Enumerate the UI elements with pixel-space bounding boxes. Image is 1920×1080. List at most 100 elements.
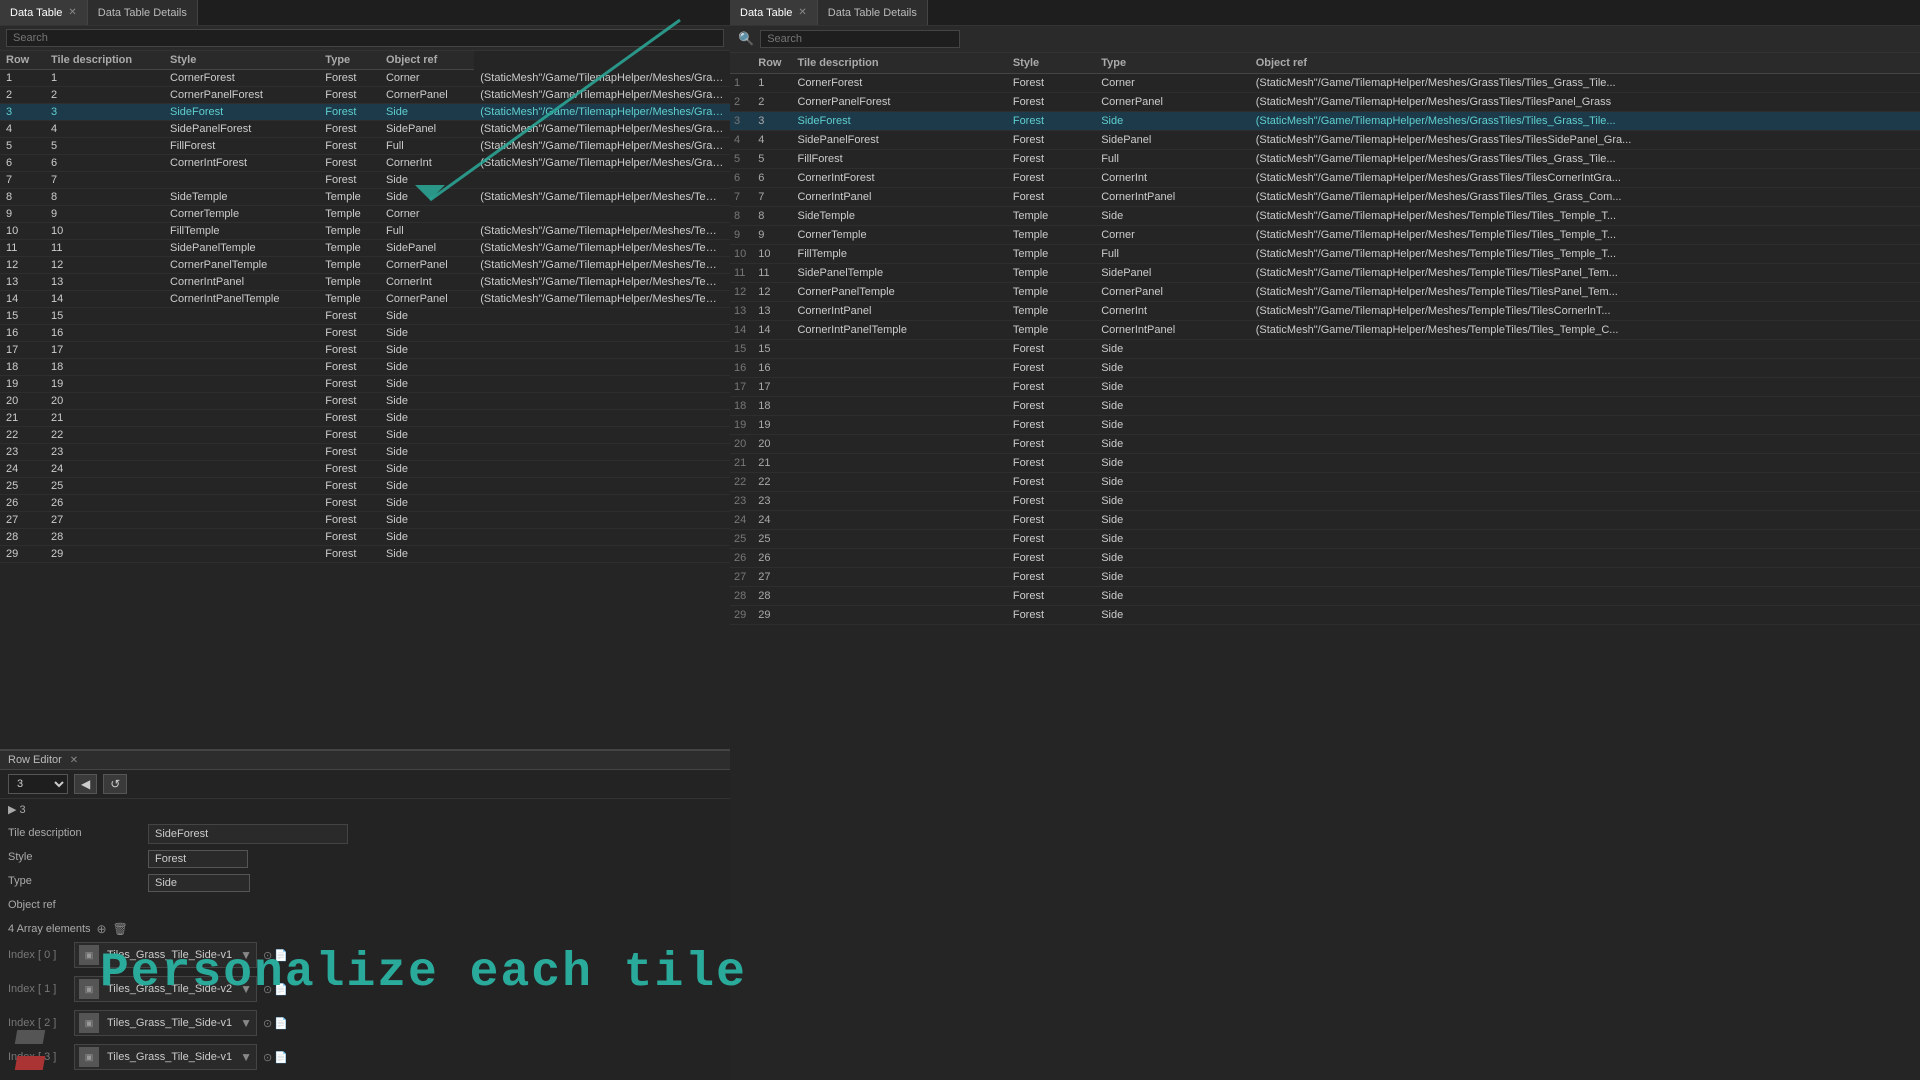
table-row[interactable]: 13 13 CornerIntPanel Temple CornerInt (S…: [730, 302, 1920, 321]
row-forward-button[interactable]: ↺: [103, 774, 127, 794]
left-search-bar: [0, 26, 730, 51]
table-row[interactable]: 4 4 SidePanelForest Forest SidePanel (St…: [730, 131, 1920, 150]
table-row[interactable]: 7 7 CornerIntPanel Forest CornerIntPanel…: [730, 188, 1920, 207]
table-row[interactable]: 3 3 SideForest Forest Side (StaticMesh"/…: [0, 104, 730, 121]
cell-num: 26: [750, 549, 789, 568]
tab-data-table-right-close[interactable]: ✕: [798, 7, 806, 18]
array-delete-btn[interactable]: 🗑: [113, 922, 128, 936]
tab-data-table-right[interactable]: Data Table ✕: [730, 0, 818, 25]
table-row[interactable]: 14 14 CornerIntPanelTemple Temple Corner…: [730, 321, 1920, 340]
table-row[interactable]: 11 11 SidePanelTemple Temple SidePanel (…: [730, 264, 1920, 283]
array-item-dropdown-3[interactable]: ▼: [240, 1050, 252, 1064]
table-row[interactable]: 10 10 FillTemple Temple Full (StaticMesh…: [730, 245, 1920, 264]
table-row[interactable]: 13 13 CornerIntPanel Temple CornerInt (S…: [0, 274, 730, 291]
table-row[interactable]: 18 18 Forest Side: [0, 359, 730, 376]
table-row[interactable]: 18 18 Forest Side: [730, 397, 1920, 416]
array-browse-3[interactable]: ⊙: [263, 1051, 272, 1064]
table-row[interactable]: 15 15 Forest Side: [730, 340, 1920, 359]
table-row[interactable]: 27 27 Forest Side: [730, 568, 1920, 587]
table-row[interactable]: 29 29 Forest Side: [0, 546, 730, 563]
table-row[interactable]: 2 2 CornerPanelForest Forest CornerPanel…: [730, 93, 1920, 112]
tab-data-table-details-right[interactable]: Data Table Details: [818, 0, 928, 25]
table-row[interactable]: 6 6 CornerIntForest Forest CornerInt (St…: [730, 169, 1920, 188]
cell-desc: SidePanelTemple: [164, 240, 319, 257]
table-row[interactable]: 28 28 Forest Side: [730, 587, 1920, 606]
table-row[interactable]: 17 17 Forest Side: [730, 378, 1920, 397]
table-row[interactable]: 20 20 Forest Side: [730, 435, 1920, 454]
table-row[interactable]: 20 20 Forest Side: [0, 393, 730, 410]
array-browse-2[interactable]: ⊙: [263, 1017, 272, 1030]
table-row[interactable]: 12 12 CornerPanelTemple Temple CornerPan…: [730, 283, 1920, 302]
tab-data-table-details-left[interactable]: Data Table Details: [88, 0, 198, 25]
cell-desc: SidePanelForest: [164, 121, 319, 138]
table-row[interactable]: 29 29 Forest Side: [730, 606, 1920, 625]
table-row[interactable]: 16 16 Forest Side: [730, 359, 1920, 378]
table-row[interactable]: 21 21 Forest Side: [0, 410, 730, 427]
cell-num: 19: [45, 376, 164, 393]
table-row[interactable]: 23 23 Forest Side: [0, 444, 730, 461]
table-row[interactable]: 28 28 Forest Side: [0, 529, 730, 546]
table-row[interactable]: 26 26 Forest Side: [730, 549, 1920, 568]
table-row[interactable]: 6 6 CornerIntForest Forest CornerInt (St…: [0, 155, 730, 172]
table-row[interactable]: 22 22 Forest Side: [730, 473, 1920, 492]
tab-data-table-left-close[interactable]: ✕: [68, 7, 76, 18]
type-dropdown[interactable]: Side Corner Full CornerPanel SidePanel C…: [148, 874, 250, 892]
cell-objref: (StaticMesh"/Game/TilemapHelper/Meshes/T…: [1248, 226, 1920, 245]
row-back-button[interactable]: ◀: [74, 774, 97, 794]
array-copy-2[interactable]: 📄: [274, 1017, 288, 1030]
table-row[interactable]: 25 25 Forest Side: [0, 478, 730, 495]
table-row[interactable]: 1 1 CornerForest Forest Corner (StaticMe…: [0, 70, 730, 87]
cell-style: Temple: [319, 274, 380, 291]
table-row[interactable]: 15 15 Forest Side: [0, 308, 730, 325]
table-row[interactable]: 1 1 CornerForest Forest Corner (StaticMe…: [730, 74, 1920, 93]
array-item-actions-2: ⊙ 📄: [263, 1017, 288, 1030]
table-row[interactable]: 3 3 SideForest Forest Side (StaticMesh"/…: [730, 112, 1920, 131]
cell-objref: (StaticMesh"/Game/TilemapHelper/Meshes/T…: [1248, 283, 1920, 302]
table-row[interactable]: 19 19 Forest Side: [730, 416, 1920, 435]
table-row[interactable]: 26 26 Forest Side: [0, 495, 730, 512]
table-row[interactable]: 25 25 Forest Side: [730, 530, 1920, 549]
table-row[interactable]: 24 24 Forest Side: [0, 461, 730, 478]
table-row[interactable]: 4 4 SidePanelForest Forest SidePanel (St…: [0, 121, 730, 138]
table-row[interactable]: 7 7 Forest Side: [0, 172, 730, 189]
tab-data-table-left[interactable]: Data Table ✕: [0, 0, 88, 25]
cell-num: 24: [45, 461, 164, 478]
table-row[interactable]: 9 9 CornerTemple Temple Corner (StaticMe…: [730, 226, 1920, 245]
array-item-3: Index [ 3 ] ▣ Tiles_Grass_Tile_Side-v1 ▼…: [8, 1042, 722, 1072]
table-row[interactable]: 5 5 FillForest Forest Full (StaticMesh"/…: [730, 150, 1920, 169]
cell-objref: (StaticMesh"/Game/TilemapHelper/Meshes/G…: [1248, 188, 1920, 207]
row-selector[interactable]: 3: [8, 774, 68, 794]
table-row[interactable]: 14 14 CornerIntPanelTemple Temple Corner…: [0, 291, 730, 308]
table-row[interactable]: 8 8 SideTemple Temple Side (StaticMesh"/…: [0, 189, 730, 206]
cell-rowmark: 5: [730, 150, 750, 169]
table-row[interactable]: 16 16 Forest Side: [0, 325, 730, 342]
table-row[interactable]: 19 19 Forest Side: [0, 376, 730, 393]
table-row[interactable]: 27 27 Forest Side: [0, 512, 730, 529]
table-row[interactable]: 8 8 SideTemple Temple Side (StaticMesh"/…: [730, 207, 1920, 226]
table-row[interactable]: 2 2 CornerPanelForest Forest CornerPanel…: [0, 87, 730, 104]
table-row[interactable]: 12 12 CornerPanelTemple Temple CornerPan…: [0, 257, 730, 274]
cell-style: Forest: [319, 87, 380, 104]
table-row[interactable]: 24 24 Forest Side: [730, 511, 1920, 530]
array-add-btn[interactable]: ⊕: [97, 922, 107, 936]
cell-num: 14: [750, 321, 789, 340]
cell-num: 11: [750, 264, 789, 283]
table-row[interactable]: 22 22 Forest Side: [0, 427, 730, 444]
table-row[interactable]: 5 5 FillForest Forest Full (StaticMesh"/…: [0, 138, 730, 155]
table-row[interactable]: 17 17 Forest Side: [0, 342, 730, 359]
table-row[interactable]: 23 23 Forest Side: [730, 492, 1920, 511]
cell-style: Forest: [319, 308, 380, 325]
table-row[interactable]: 11 11 SidePanelTemple Temple SidePanel (…: [0, 240, 730, 257]
row-editor-close[interactable]: ✕: [70, 755, 78, 766]
table-row[interactable]: 9 9 CornerTemple Temple Corner: [0, 206, 730, 223]
array-copy-3[interactable]: 📄: [274, 1051, 288, 1064]
array-item-dropdown-2[interactable]: ▼: [240, 1016, 252, 1030]
style-dropdown[interactable]: Forest Temple: [148, 850, 248, 868]
right-search-input[interactable]: [760, 30, 960, 48]
left-search-input[interactable]: [6, 29, 724, 47]
cell-style: Forest: [1005, 378, 1093, 397]
table-row[interactable]: 21 21 Forest Side: [730, 454, 1920, 473]
table-row[interactable]: 10 10 FillTemple Temple Full (StaticMesh…: [0, 223, 730, 240]
cell-desc: FillTemple: [164, 223, 319, 240]
cell-rowmark: 29: [730, 606, 750, 625]
